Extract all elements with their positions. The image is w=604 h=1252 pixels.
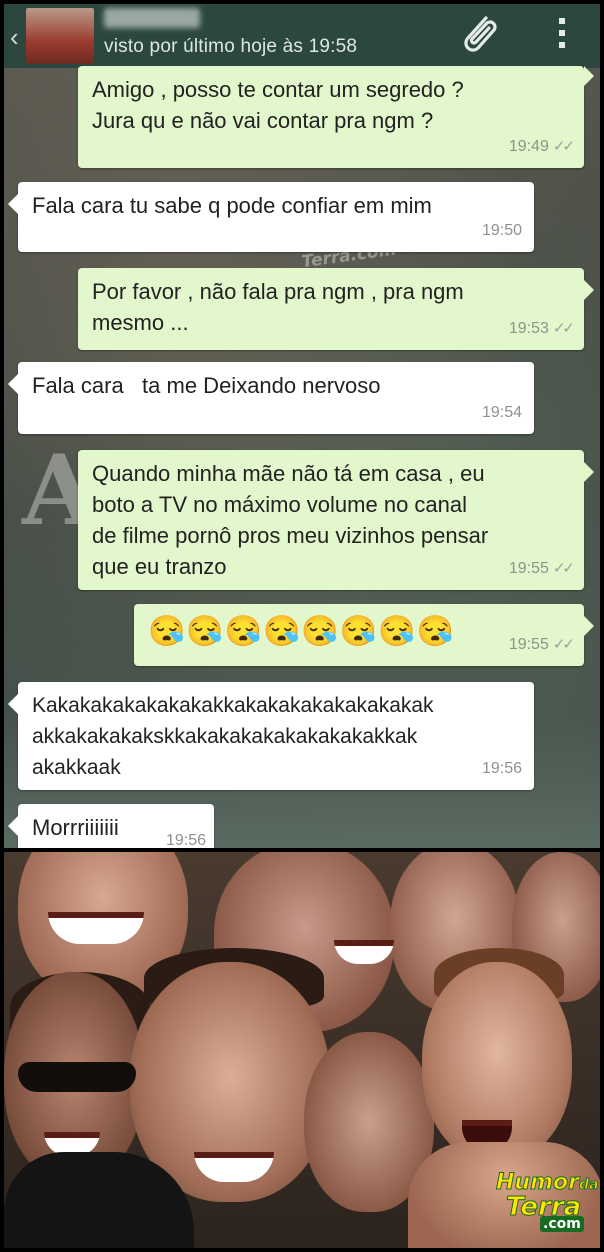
message-time: 19:55 bbox=[508, 560, 549, 577]
message-bubble-incoming[interactable]: Fala cara ta me Deixando nervoso 19:54 bbox=[8, 362, 534, 434]
message-time: 19:49 bbox=[508, 138, 549, 155]
sunglasses bbox=[18, 1062, 136, 1092]
double-check-icon: ✓✓ bbox=[552, 320, 575, 337]
double-check-icon: ✓✓ bbox=[552, 636, 575, 653]
message-time: 19:50 bbox=[481, 222, 522, 239]
message-bubble-outgoing[interactable]: 😪😪😪😪😪😪😪😪 19:55 ✓✓ bbox=[134, 604, 594, 666]
message-bubble-incoming[interactable]: Morrriiiiiii 19:56 bbox=[8, 804, 214, 848]
message-time: 19:56 bbox=[481, 760, 522, 777]
double-check-icon: ✓✓ bbox=[552, 138, 575, 155]
laughing-faces-collage: Humorda Terra .com bbox=[4, 852, 600, 1248]
message-text: Amigo , posso te contar um segredo ? Jur… bbox=[92, 77, 464, 133]
message-text: Fala cara ta me Deixando nervoso bbox=[32, 373, 381, 398]
message-bubble-outgoing[interactable]: Por favor , não fala pra ngm , pra ngm m… bbox=[78, 268, 594, 350]
contact-name-blurred[interactable] bbox=[104, 8, 200, 28]
message-text: Por favor , não fala pra ngm , pra ngm m… bbox=[92, 279, 464, 335]
message-bubble-incoming[interactable]: Kakakakakakakakakkakakakakakakakakak akk… bbox=[8, 682, 534, 790]
double-check-icon: ✓✓ bbox=[552, 560, 575, 577]
message-meta: 19:56 bbox=[482, 753, 522, 784]
message-bubble-incoming[interactable]: Fala cara tu sabe q pode confiar em mim … bbox=[8, 182, 534, 252]
message-meta: 19:53 ✓✓ bbox=[508, 313, 575, 344]
message-meta: 19:56 bbox=[166, 825, 206, 848]
screenshot-frame: A ‹ visto por último hoje às 19:58 Humor… bbox=[0, 0, 604, 1252]
message-text: Fala cara tu sabe q pode confiar em mim bbox=[32, 193, 432, 218]
message-meta: 19:54 bbox=[482, 397, 522, 428]
message-text: Quando minha mãe não tá em casa , eu bot… bbox=[92, 461, 489, 579]
message-time: 19:55 bbox=[508, 636, 549, 653]
chat-screen: A ‹ visto por último hoje às 19:58 Humor… bbox=[4, 4, 600, 848]
emoji-row: 😪😪😪😪😪😪😪😪 bbox=[148, 615, 455, 648]
message-meta: 19:55 ✓✓ bbox=[508, 553, 575, 584]
chat-header: ‹ visto por último hoje às 19:58 bbox=[4, 4, 600, 68]
message-text: Kakakakakakakakakkakakakakakakakakak akk… bbox=[32, 694, 434, 779]
message-bubble-outgoing[interactable]: Quando minha mãe não tá em casa , eu bot… bbox=[78, 450, 594, 590]
overflow-menu-icon[interactable] bbox=[552, 14, 572, 58]
paperclip-icon[interactable] bbox=[456, 10, 504, 58]
message-time: 19:54 bbox=[481, 404, 522, 421]
last-seen-status: visto por último hoje às 19:58 bbox=[104, 36, 358, 57]
message-time: 19:53 bbox=[508, 320, 549, 337]
chevron-left-icon[interactable]: ‹ bbox=[10, 22, 19, 53]
message-bubble-outgoing[interactable]: Amigo , posso te contar um segredo ? Jur… bbox=[78, 66, 594, 168]
message-meta: 19:49 ✓✓ bbox=[508, 131, 575, 162]
message-meta: 19:50 bbox=[482, 215, 522, 246]
humor-da-terra-logo: Humorda Terra .com bbox=[496, 1170, 599, 1232]
message-time: 19:56 bbox=[165, 832, 206, 848]
contact-avatar[interactable] bbox=[26, 8, 94, 64]
message-meta: 19:55 ✓✓ bbox=[508, 629, 575, 660]
